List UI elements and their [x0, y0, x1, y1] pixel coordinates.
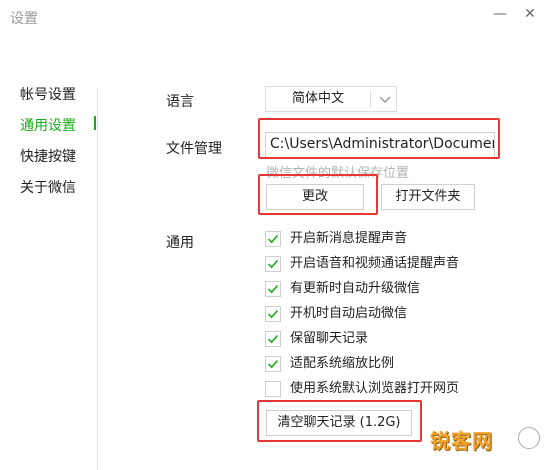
- file-path-field[interactable]: C:\Users\Administrator\Documents\WeChat …: [265, 132, 495, 158]
- checkbox[interactable]: [265, 381, 281, 397]
- clear-history-button[interactable]: 清空聊天记录 (1.2G): [266, 410, 412, 436]
- checkbox[interactable]: [265, 256, 281, 272]
- watermark-logo: 锐客网: [430, 425, 545, 461]
- checkbox[interactable]: [265, 331, 281, 347]
- checkbox[interactable]: [265, 306, 281, 322]
- language-value: 简体中文: [291, 91, 344, 106]
- sidebar-item-shortcuts[interactable]: 快捷按键: [20, 146, 76, 166]
- file-path-hint: 微信文件的默认保存位置: [266, 166, 410, 181]
- close-button[interactable]: ✕: [520, 6, 540, 22]
- option-label: 使用系统默认浏览器打开网页: [290, 381, 460, 396]
- file-path-value: C:\Users\Administrator\Documents\WeChat …: [270, 136, 494, 152]
- minimize-button[interactable]: —: [490, 6, 510, 22]
- general-label: 通用: [166, 235, 194, 251]
- sidebar-item-about[interactable]: 关于微信: [20, 177, 76, 197]
- watermark-text: 锐客网: [430, 429, 493, 453]
- sidebar-divider: [97, 88, 98, 470]
- active-indicator: [94, 116, 96, 130]
- change-path-button[interactable]: 更改: [266, 184, 364, 210]
- select-divider: [370, 91, 371, 107]
- checkbox[interactable]: [265, 281, 281, 297]
- open-folder-button[interactable]: 打开文件夹: [381, 184, 475, 210]
- option-label: 开机时自动启动微信: [290, 306, 408, 321]
- language-select[interactable]: 简体中文: [265, 86, 397, 112]
- sidebar-item-general[interactable]: 通用设置: [20, 115, 76, 135]
- option-label: 有更新时自动升级微信: [290, 281, 421, 296]
- window-title: 设置: [10, 11, 38, 27]
- option-label: 保留聊天记录: [290, 331, 369, 346]
- watermark-avatar-icon: [518, 427, 540, 449]
- option-label: 适配系统缩放比例: [290, 356, 395, 371]
- chevron-down-icon: [373, 87, 397, 111]
- file-management-label: 文件管理: [166, 141, 222, 157]
- checkbox[interactable]: [265, 356, 281, 372]
- checkbox[interactable]: [265, 231, 281, 247]
- option-label: 开启新消息提醒声音: [290, 231, 408, 246]
- option-label: 开启语音和视频通话提醒声音: [290, 256, 460, 271]
- sidebar-item-account[interactable]: 帐号设置: [20, 84, 76, 104]
- language-label: 语言: [166, 94, 194, 110]
